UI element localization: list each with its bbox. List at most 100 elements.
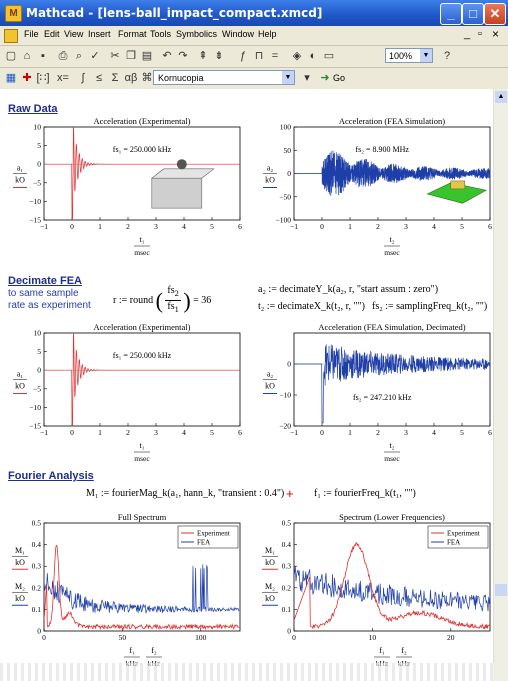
component-icon[interactable]: ◐ [306,49,320,63]
x-tick-label: 1 [348,222,352,231]
evaluation-icon[interactable]: x= [56,71,70,85]
new-icon[interactable]: ▢ [4,49,18,63]
menu-help[interactable]: Help [258,29,277,39]
section-fourier-analysis: Fourier Analysis [8,470,94,482]
calculus-icon[interactable]: ∫ [76,71,90,85]
decimate-note-line: rate as experiment [8,300,91,311]
boolean-icon[interactable]: ≤ [92,71,106,85]
x-tick-label: 50 [119,633,127,642]
greek-icon[interactable]: αβ [124,71,138,85]
x-tick-label: 0 [70,222,74,231]
scroll-thumb[interactable] [495,584,507,596]
equation-M1[interactable]: M₁ := fourierMag_k(a₁, hann_k, "transien… [86,488,284,499]
x-tick-label: 0 [292,633,296,642]
formatting-toolbar: ▦ ✚ [∷] x= ∫ ≤ Σ αβ ⌘ Kornucopia ▼ ▾ ➜ Go [0,68,508,90]
chart-raw-experimental[interactable]: Acceleration (Experimental) −1 0 1 2 3 4 5 6 10 5 0… [8,115,248,260]
equation-t2[interactable]: t₂ := decimateX_k(t₂, r, "") [258,301,365,312]
dropdown-icon[interactable]: ▾ [300,71,314,85]
chart-decimated-experimental[interactable]: Acceleration (Experimental) −1 0 1 2 3 4 5 6 10 5 0… [8,321,248,466]
menu-tools[interactable]: Tools [150,29,171,39]
redo-icon[interactable]: ↷ [176,49,190,63]
print-icon[interactable]: ⎙ [56,49,70,63]
save-icon[interactable]: ▪ [36,49,50,63]
paste-icon[interactable]: ▤ [140,49,154,63]
chart-svg: Full Spectrum 0 50 100 0.5 0.4 0.3 0.2 0.1 0 Exper… [12,512,241,668]
doc-restore-button[interactable]: ▫ [478,28,482,40]
symbolic-icon[interactable]: ⌘ [140,71,154,85]
insert-unit-icon[interactable]: ⊓ [252,49,266,63]
num-text: fs [167,285,175,296]
doc-minimize-button[interactable]: _ [464,28,470,40]
font-select[interactable]: Kornucopia ▼ [153,70,295,85]
close-button[interactable]: ✕ [484,3,506,25]
equation-f1[interactable]: f₁ := fourierFreq_k(t₁, "") [314,488,416,499]
align-down-icon[interactable]: ⇟ [212,49,226,63]
menu-file[interactable]: File [24,29,39,39]
chart-low-frequency-spectrum[interactable]: Spectrum (Lower Frequencies) 0 10 20 0.5 0.4 0… [258,511,498,669]
help-icon[interactable]: ? [440,49,454,63]
sample-rate-annotation: fs₂ = 247.210 kHz [353,393,412,402]
y-axis-unit: kO [265,594,275,603]
mathcad-app-icon[interactable]: M [5,5,22,22]
matrix-icon[interactable]: [∷] [36,71,50,85]
minimize-button[interactable]: _ [440,3,462,25]
chart-raw-fea[interactable]: Acceleration (FEA Simulation) −1 0 1 2 3 4 5 6 10… [258,115,498,260]
go-label[interactable]: Go [333,73,345,83]
x-tick-label: 3 [154,428,158,437]
x-axis-label: t₁ [139,441,144,450]
fraction-denominator: fs1 [165,301,180,316]
num-sub: 2 [174,289,179,298]
calculator-icon[interactable]: ▦ [4,71,18,85]
insert-operator-cursor[interactable]: + [286,486,294,501]
zoom-select[interactable]: 100% ▼ [385,48,433,63]
insert-function-icon[interactable]: ƒ [236,49,250,63]
graph-icon[interactable]: ✚ [20,71,34,85]
equation-fs2[interactable]: fs₂ := samplingFreq_k(t₂, "") [372,301,487,312]
chart-title: Spectrum (Lower Frequencies) [339,512,445,522]
doc-close-button[interactable]: × [492,27,499,41]
open-icon[interactable]: ⌂ [20,49,34,63]
chart-svg: Acceleration (FEA Simulation, Decimated)… [263,322,492,463]
title-bar: M Mathcad - [lens-ball_impact_compact.xm… [0,0,508,26]
document-icon[interactable] [4,29,18,43]
go-arrow-icon[interactable]: ➜ [318,71,332,85]
y-tick-label: 0.5 [282,519,292,528]
menu-edit[interactable]: Edit [44,29,60,39]
align-icon[interactable]: ⇞ [196,49,210,63]
menu-symbolics[interactable]: Symbolics [176,29,217,39]
zoom-value: 100% [389,51,413,61]
undo-icon[interactable]: ↶ [160,49,174,63]
menu-window[interactable]: Window [222,29,254,39]
spell-check-icon[interactable]: ✓ [88,49,102,63]
equation-a2[interactable]: a₂ := decimateY_k(a₂, r, "start assum : … [258,284,438,295]
worksheet[interactable]: Raw Data Acceleration (Experimental) −1 0 1… [0,89,508,681]
chart-decimated-fea[interactable]: Acceleration (FEA Simulation, Decimated)… [258,321,498,466]
menu-format[interactable]: Format [118,29,147,39]
resource-icon[interactable]: ◈ [290,49,304,63]
y-axis-unit: kO [15,176,25,185]
y-tick-label: 5 [37,347,41,356]
legend-label-fea: FEA [197,539,210,547]
copy-icon[interactable]: ❐ [124,49,138,63]
menu-insert[interactable]: Insert [88,29,111,39]
cut-icon[interactable]: ✂ [108,49,122,63]
equation-r[interactable]: r := round ( fs2 fs1 ) = 36 [113,285,211,316]
menu-view[interactable]: View [64,29,83,39]
x-axis-unit: msec [134,454,150,463]
x-tick-label: 2 [376,428,380,437]
chart-title: Acceleration (FEA Simulation) [339,116,445,126]
x-tick-label: 5 [210,222,214,231]
maximize-button[interactable]: □ [462,3,484,25]
region-icon[interactable]: ▭ [322,49,336,63]
chart-svg: Spectrum (Lower Frequencies) 0 10 20 0.5 0.4 0… [262,512,491,668]
y-tick-label: 0 [37,366,41,375]
chart-full-spectrum[interactable]: Full Spectrum 0 50 100 0.5 0.4 0.3 0.2 0.1 0 Exper… [8,511,248,669]
scroll-up-icon[interactable]: ▲ [495,91,507,103]
y-tick-label: 0.1 [32,605,42,614]
x-tick-label: 1 [98,222,102,231]
print-preview-icon[interactable]: ⌕ [72,49,86,63]
chart-title: Acceleration (Experimental) [94,322,191,332]
calculate-icon[interactable]: = [268,49,282,63]
programming-icon[interactable]: Σ [108,71,122,85]
vertical-scrollbar[interactable]: ▲ [493,89,508,681]
